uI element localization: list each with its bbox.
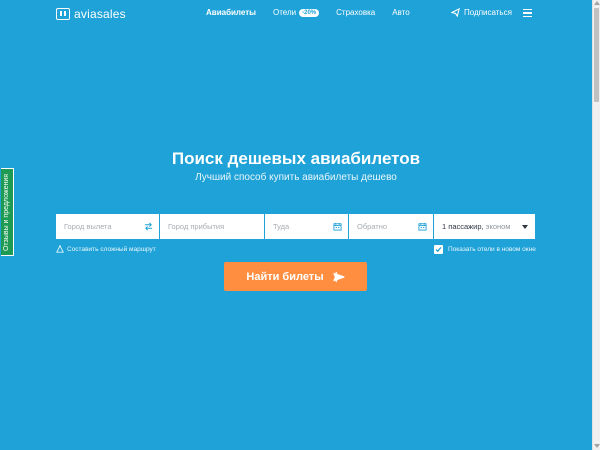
logo-icon (56, 8, 70, 20)
origin-field[interactable]: Город вылета (56, 214, 159, 239)
show-hotels-checkbox[interactable]: Показать отели в новом окне (434, 245, 536, 254)
airplane-icon (332, 271, 345, 282)
calendar-icon (418, 222, 427, 231)
origin-placeholder: Город вылета (64, 222, 112, 231)
feedback-tab-label: Отзывы и предложения (3, 173, 11, 251)
destination-placeholder: Город прибытия (168, 222, 225, 231)
checkbox[interactable] (434, 245, 443, 254)
checkmark-icon (435, 247, 442, 253)
swap-arrows-icon[interactable] (144, 222, 153, 231)
logo[interactable]: aviasales (56, 7, 126, 21)
route-icon (56, 245, 64, 253)
complex-route-label: Составить сложный маршрут (67, 245, 156, 253)
nav-item-insurance[interactable]: Страховка (336, 8, 375, 17)
find-tickets-button[interactable]: Найти билеты (224, 262, 367, 291)
logo-text: aviasales (74, 7, 126, 21)
passengers-value: 1 пассажир, (442, 222, 484, 231)
main-nav: Авиабилеты Отели -20% Страховка Авто (206, 8, 427, 17)
complex-route-link[interactable]: Составить сложный маршрут (56, 245, 156, 253)
subscribe-label: Подписаться (464, 8, 512, 17)
page-title: Поиск дешевых авиабилетов (171, 149, 421, 168)
calendar-icon (333, 222, 342, 231)
destination-field[interactable]: Город прибытия (160, 214, 264, 239)
passengers-select[interactable]: 1 пассажир, эконом (434, 214, 535, 239)
search-form: Город вылета Город прибытия Туда Обратно… (56, 214, 535, 239)
paper-plane-icon (451, 8, 460, 17)
discount-badge: -20% (299, 8, 320, 17)
return-placeholder: Обратно (357, 222, 388, 231)
page: aviasales Авиабилеты Отели -20% Страховка… (0, 0, 592, 450)
header: aviasales Авиабилеты Отели -20% Страховка… (0, 0, 592, 28)
find-tickets-label: Найти билеты (246, 270, 324, 283)
page-scrollbar[interactable] (592, 0, 600, 450)
scrollbar-thumb[interactable] (594, 8, 599, 102)
hamburger-menu-icon[interactable] (523, 9, 532, 18)
chevron-down-icon (522, 225, 528, 229)
scroll-down-arrow-icon[interactable] (594, 444, 600, 448)
page-subtitle: Лучший способ купить авиабилеты дешево (195, 172, 397, 183)
nav-item-label: Авто (392, 8, 410, 17)
show-hotels-label: Показать отели в новом окне (448, 246, 536, 253)
return-date-field[interactable]: Обратно (349, 214, 433, 239)
nav-item-label: Страховка (336, 8, 376, 17)
cabin-class-value: эконом (485, 222, 511, 231)
nav-item-cars[interactable]: Авто (392, 8, 409, 17)
nav-item-label: Авиабилеты (206, 8, 256, 17)
depart-date-field[interactable]: Туда (265, 214, 348, 239)
nav-item-hotels[interactable]: Отели -20% (273, 8, 320, 17)
scroll-up-arrow-icon[interactable] (594, 1, 600, 5)
subscribe-button[interactable]: Подписаться (451, 8, 512, 17)
nav-item-flights[interactable]: Авиабилеты (206, 8, 256, 17)
nav-item-label: Отели (273, 8, 297, 17)
depart-placeholder: Туда (273, 222, 290, 231)
